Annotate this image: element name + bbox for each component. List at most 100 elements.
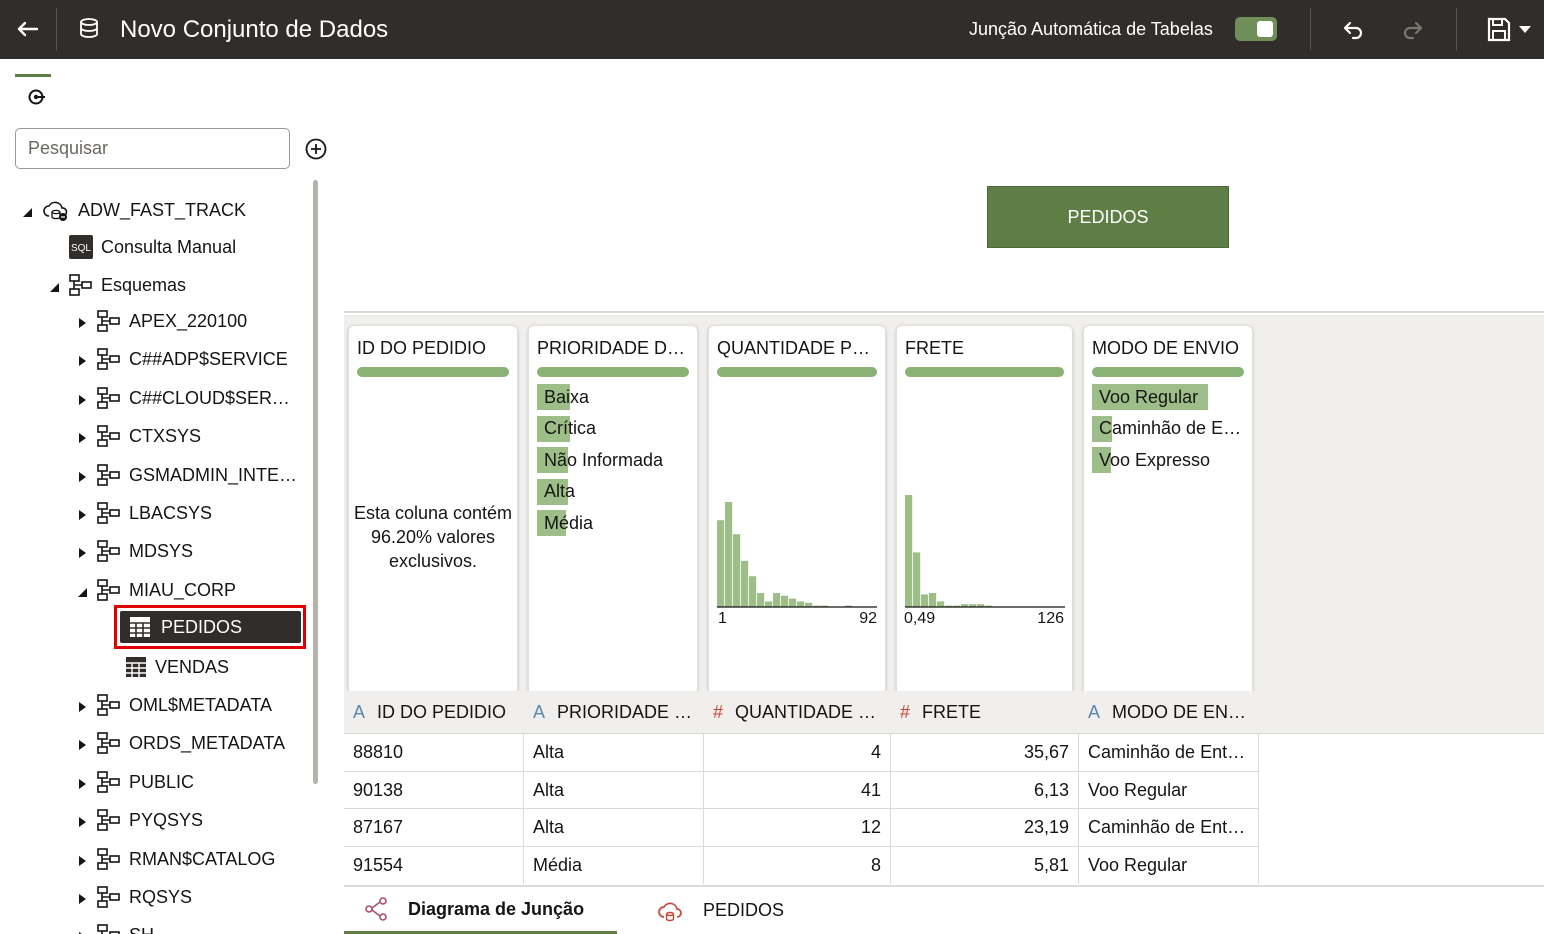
tree-item-pedidos[interactable]: PEDIDOS [120, 611, 301, 643]
expand-icon[interactable] [75, 468, 89, 482]
join-diagram-canvas[interactable]: PEDIDOS [344, 59, 1544, 313]
sql-icon: SQL [69, 235, 93, 259]
column-header[interactable]: A MODO DE ENVIO [1079, 691, 1259, 733]
tree-item-schema[interactable]: APEX_220100 [75, 306, 247, 336]
search-input[interactable] [15, 128, 290, 169]
table-cell[interactable]: 23,19 [891, 809, 1079, 846]
tree-item-schema-expanded[interactable]: MIAU_CORP [75, 575, 236, 605]
table-cell[interactable]: 87167 [344, 809, 524, 846]
table-row[interactable]: 88810 Alta 4 35,67 Caminhão de Entrega [344, 733, 1259, 771]
column-header[interactable]: # QUANTIDADE PEDIDA [704, 691, 891, 733]
table-cell[interactable]: Alta [524, 771, 704, 809]
category-item[interactable]: Caminhão de Entrega [1092, 415, 1246, 442]
tree-item-schema[interactable]: PUBLIC [75, 767, 194, 797]
table-row[interactable]: 90138 Alta 41 6,13 Voo Regular [344, 770, 1259, 809]
expand-icon[interactable] [75, 890, 89, 904]
tree-item-schema[interactable]: C##CLOUD$SERVICE [75, 383, 299, 413]
sidebar-scrollbar[interactable] [313, 180, 318, 784]
uniqueness-note: Esta coluna contém 96.20% valores exclus… [353, 503, 513, 571]
redo-button[interactable] [1400, 17, 1426, 48]
category-label: Crítica [544, 418, 597, 438]
table-cell[interactable]: 41 [704, 771, 891, 809]
tree-item-table[interactable]: VENDAS [103, 652, 229, 682]
profile-card[interactable]: MODO DE ENVIO Voo Regular Caminhão de Ent… [1083, 325, 1253, 695]
expand-icon[interactable] [75, 852, 89, 866]
tree-item-schema[interactable]: CTXSYS [75, 421, 201, 451]
column-header[interactable]: A ID DO PEDIDIO [344, 691, 524, 733]
table-cell[interactable]: 8 [704, 846, 891, 884]
back-button[interactable] [12, 14, 44, 44]
tab-join-diagram[interactable]: Diagrama de Junção [344, 887, 617, 934]
tree-item-schema[interactable]: RQSYS [75, 882, 192, 912]
category-item[interactable]: Crítica [537, 415, 691, 442]
table-cell[interactable]: 5,81 [891, 846, 1079, 884]
table-cell[interactable]: 88810 [344, 734, 524, 771]
expand-icon[interactable] [75, 314, 89, 328]
table-cell[interactable]: Voo Regular [1079, 771, 1259, 809]
collapse-icon[interactable] [20, 203, 34, 217]
profile-card[interactable]: PRIORIDADE DO PEDIDO Baixa Crítica Não Inf… [528, 325, 698, 695]
tree-item-schema[interactable]: ORDS_METADATA [75, 728, 285, 758]
table-cell[interactable]: Alta [524, 734, 704, 771]
table-row[interactable]: 87167 Alta 12 23,19 Caminhão de Entrega [344, 808, 1259, 846]
profile-card[interactable]: QUANTIDADE PEDIDA 1 92 [708, 325, 886, 695]
expand-icon[interactable] [75, 813, 89, 827]
tree-item-label: PEDIDOS [161, 616, 243, 637]
tree-item-schema[interactable]: GSMADMIN_INTERNAL [75, 460, 299, 490]
histogram-bar [797, 601, 805, 607]
expand-icon[interactable] [75, 506, 89, 520]
category-item[interactable]: Alta [537, 478, 691, 505]
table-cell[interactable]: 12 [704, 809, 891, 846]
tab-pedidos[interactable]: PEDIDOS [657, 887, 837, 934]
table-cell[interactable]: Alta [524, 809, 704, 846]
expand-icon[interactable] [75, 736, 89, 750]
table-row[interactable]: 91554 Média 8 5,81 Voo Regular [344, 845, 1259, 884]
collapse-icon[interactable] [75, 583, 89, 597]
auto-join-toggle[interactable] [1235, 17, 1277, 41]
table-cell[interactable]: Caminhão de Entrega [1079, 734, 1259, 771]
tree-item-schema[interactable]: SH [75, 920, 154, 934]
tree-item-schema[interactable]: C##ADP$SERVICE [75, 344, 288, 374]
profile-card[interactable]: FRETE 0,49 126 [896, 325, 1073, 695]
category-item[interactable]: Média [537, 510, 691, 536]
add-button[interactable] [304, 137, 328, 166]
diagram-node-pedidos[interactable]: PEDIDOS [987, 186, 1229, 248]
table-cell[interactable]: 91554 [344, 846, 524, 884]
category-item[interactable]: Não Informada [537, 447, 691, 473]
category-label: Voo Regular [1099, 386, 1199, 407]
undo-button[interactable] [1340, 17, 1366, 48]
table-cell[interactable]: 90138 [344, 771, 524, 809]
axis-min-label: 1 [718, 610, 727, 627]
category-item[interactable]: Voo Expresso [1092, 447, 1246, 473]
expand-icon[interactable] [75, 544, 89, 558]
expand-icon[interactable] [75, 928, 89, 934]
column-header[interactable]: # FRETE [891, 691, 1079, 733]
category-item[interactable]: Baixa [537, 384, 691, 410]
tree-item-schema[interactable]: PYQSYS [75, 805, 203, 835]
table-cell[interactable]: 35,67 [891, 734, 1079, 771]
tree-item-schemas[interactable]: Esquemas [47, 270, 186, 300]
expand-icon[interactable] [75, 429, 89, 443]
expand-icon[interactable] [75, 775, 89, 789]
collapse-icon[interactable] [47, 278, 61, 292]
table-cell[interactable]: 4 [704, 734, 891, 771]
connections-tab[interactable] [25, 86, 47, 113]
histogram [905, 495, 1065, 608]
table-cell[interactable]: Voo Regular [1079, 846, 1259, 884]
tree-item-schema[interactable]: LBACSYS [75, 498, 212, 528]
expand-icon[interactable] [75, 391, 89, 405]
tree-item-schema[interactable]: OML$METADATA [75, 690, 272, 720]
tree-item-connection[interactable]: ADW_FAST_TRACK [20, 195, 246, 225]
tree-item-schema[interactable]: RMAN$CATALOG [75, 844, 275, 874]
column-header[interactable]: A PRIORIDADE DO PEDIDO [524, 691, 704, 733]
table-cell[interactable]: Média [524, 846, 704, 884]
category-item[interactable]: Voo Regular [1092, 384, 1246, 410]
table-cell[interactable]: Caminhão de Entrega [1079, 809, 1259, 846]
save-button[interactable] [1486, 16, 1536, 49]
expand-icon[interactable] [75, 352, 89, 366]
table-cell[interactable]: 6,13 [891, 771, 1079, 809]
tree-item-schema[interactable]: MDSYS [75, 536, 193, 566]
tree-item-manual-query[interactable]: SQL Consulta Manual [47, 232, 236, 262]
profile-card[interactable]: ID DO PEDIDIO Esta coluna contém 96.20% … [348, 325, 518, 695]
expand-icon[interactable] [75, 698, 89, 712]
